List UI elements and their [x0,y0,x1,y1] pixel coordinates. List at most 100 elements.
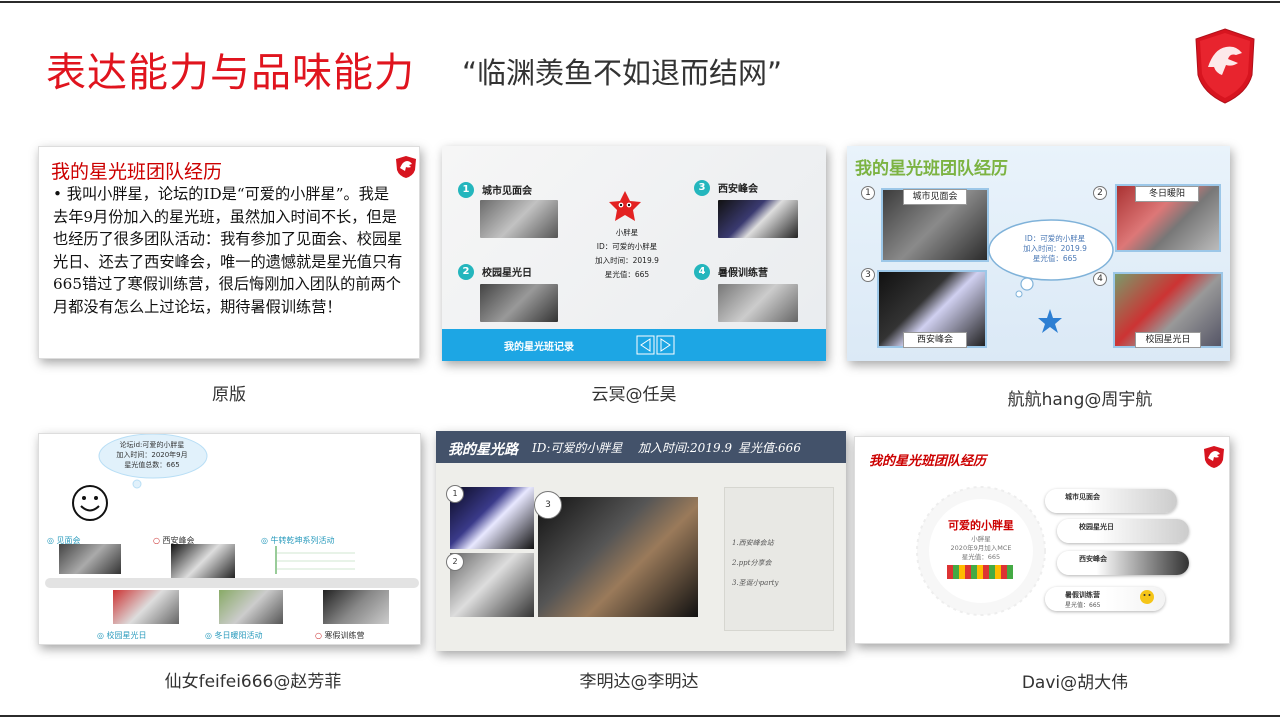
photo [171,544,235,578]
profile-name: 小胖星 [615,228,639,237]
nav-arrows-icon [636,335,675,355]
header-title: 我的星光路 [448,442,518,458]
photo-training [718,284,798,322]
list-item: 3.圣诞小party [732,579,779,587]
slide-feifei: 论坛id:可爱的小胖星 加入时间：2020年9月 星光值总数：665 ◎ 见面会… [38,433,421,645]
step-label: 西安峰会 [718,184,758,195]
pill-item [1057,551,1189,575]
step-label: 暑假训练营 [718,268,768,279]
page-title: 表达能力与品味能力 [46,50,415,96]
profile-points: 星光值：665 [961,553,1001,561]
step-number: 4 [694,264,710,280]
step-number: 1 [861,186,875,200]
cloud-points: 星光值：665 [1032,254,1078,263]
cloud-join: 加入时间：2019.9 [1023,244,1087,253]
profile-sub: 小胖星 2020年9月加入MCE 星光值：665 [925,535,1037,562]
step-number: 3 [534,491,562,519]
bottom-bar: 我的星光班记录 [442,329,826,361]
timeline-label: 校园星光日 [106,631,147,640]
cloud-id: 论坛id:可爱的小胖星 [119,441,185,449]
timeline-label: 寒假训练营 [324,631,365,640]
list-item: 2.ppt分享会 [732,559,772,567]
caption-hanghang: 航航hang@周宇航 [1007,390,1153,410]
caption-original: 原版 [212,385,246,405]
photo-campus [480,284,558,322]
photo-meetup [480,200,558,238]
timeline-label: 冬日暖阳活动 [214,631,263,640]
timeline-bar [45,578,419,588]
photo [59,544,121,574]
slide-body-text: • 我叫小胖星，论坛的ID是“可爱的小胖星”。我是去年9月份加入的星光班，虽然加… [53,185,403,316]
slide-davi: 我的星光班团队经历 可爱的小胖星 小胖星 2020年9月加入MCE 星光值：66… [854,436,1230,644]
header-id: ID:可爱的小胖星 [532,441,623,455]
step-number: 1 [458,182,474,198]
slide-limingda: 我的星光路 ID:可爱的小胖星 加入时间:2019.9 星光值:666 1 2 … [436,431,846,651]
step-number: 2 [1093,186,1107,200]
step-number: 1 [446,485,464,503]
step-number: 2 [446,553,464,571]
profile-nick: 小胖星 [971,535,991,543]
badges-icon [947,565,1013,579]
step-number: 3 [694,180,710,196]
step-number: 2 [458,264,474,280]
header-join: 加入时间:2019.9 [638,441,733,455]
top-rule [0,1,1280,3]
msi-shield-icon [396,156,416,178]
profile-join: 加入时间：2019.9 [595,256,659,265]
step-number: 4 [1093,272,1107,286]
caption-feifei: 仙女feifei666@赵芳菲 [164,672,342,692]
photo-summit [718,200,798,238]
photo [113,590,179,624]
profile-join: 2020年9月加入MCE [950,544,1012,552]
star-mascot-icon [609,191,641,221]
smiley-icon [72,485,108,521]
photo-party [538,497,698,617]
list-item: 1.西安峰会站 [732,539,774,547]
pill-note: 星光值：665 [1065,602,1101,609]
profile-name: 可爱的小胖星 [948,519,1014,532]
bottom-rule [0,715,1280,717]
slide-title: 我的星光班团队经历 [51,161,223,183]
step-number: 3 [861,268,875,282]
profile-info: 小胖星 ID：可爱的小胖星 加入时间：2019.9 星光值：665 [582,226,672,282]
caption-yunming: 云冥@任昊 [591,385,677,405]
photo-label: 城市见面会 [903,189,967,205]
pill-label: 暑假训练营 [1065,591,1100,599]
timeline-marker: ◎ 冬日暖阳活动 [205,631,263,640]
activity-list [275,546,355,574]
photo [219,590,283,624]
step-label: 城市见面会 [482,186,532,197]
thinking-emoji-icon [1140,590,1154,604]
slide-hanghang: 我的星光班团队经历 1 城市见面会 2 冬日暖阳 ID：可爱的小胖星 加入时间：… [847,146,1230,361]
slide-title: 我的星光班团队经历 [869,454,987,469]
pill-label: 城市见面会 [1065,493,1100,501]
profile-points: 星光值：665 [604,270,650,279]
profile-id: ID：可爱的小胖星 [596,242,658,251]
caption-davi: Davi@胡大伟 [1021,673,1129,693]
msi-shield-icon [1204,446,1224,468]
pill-label: 校园星光日 [1079,523,1114,531]
slide-title: 我的星光班团队经历 [855,159,1008,179]
cloud-id: ID：可爱的小胖星 [1024,234,1086,243]
cloud-text: ID：可爱的小胖星 加入时间：2019.9 星光值：665 [1007,234,1103,264]
photo-label: 西安峰会 [903,332,967,348]
timeline-label: 牛转乾坤系列活动 [270,536,335,545]
header-bar: 我的星光路 ID:可爱的小胖星 加入时间:2019.9 星光值:666 [436,431,846,463]
bar-title: 我的星光班记录 [504,342,574,353]
header-points: 星光值:666 [738,441,801,455]
page-subtitle: “临渊羡鱼不如退而结网” [462,56,783,90]
pill-label: 西安峰会 [1079,555,1107,563]
photo-label: 冬日暖阳 [1135,186,1199,202]
step-label: 校园星光日 [482,268,532,279]
slide-original: 我的星光班团队经历 • 我叫小胖星，论坛的ID是“可爱的小胖星”。我是去年9月份… [38,146,420,359]
photo [323,590,389,624]
msi-shield-logo-icon [1195,28,1255,104]
timeline-marker: ◎ 牛转乾坤系列活动 [261,536,335,545]
pill-item [1057,519,1189,543]
star-icon [1038,309,1062,333]
timeline-marker: ○ 寒假训练营 [315,631,365,640]
cloud-join: 加入时间：2020年9月 [116,451,188,459]
photo-label: 校园星光日 [1135,332,1201,348]
slide-yunming: 1 城市见面会 2 校园星光日 小胖星 ID：可爱的小胖星 加入时间：2019.… [442,146,826,361]
cloud-text: 论坛id:可爱的小胖星 加入时间：2020年9月 星光值总数：665 [107,440,197,470]
